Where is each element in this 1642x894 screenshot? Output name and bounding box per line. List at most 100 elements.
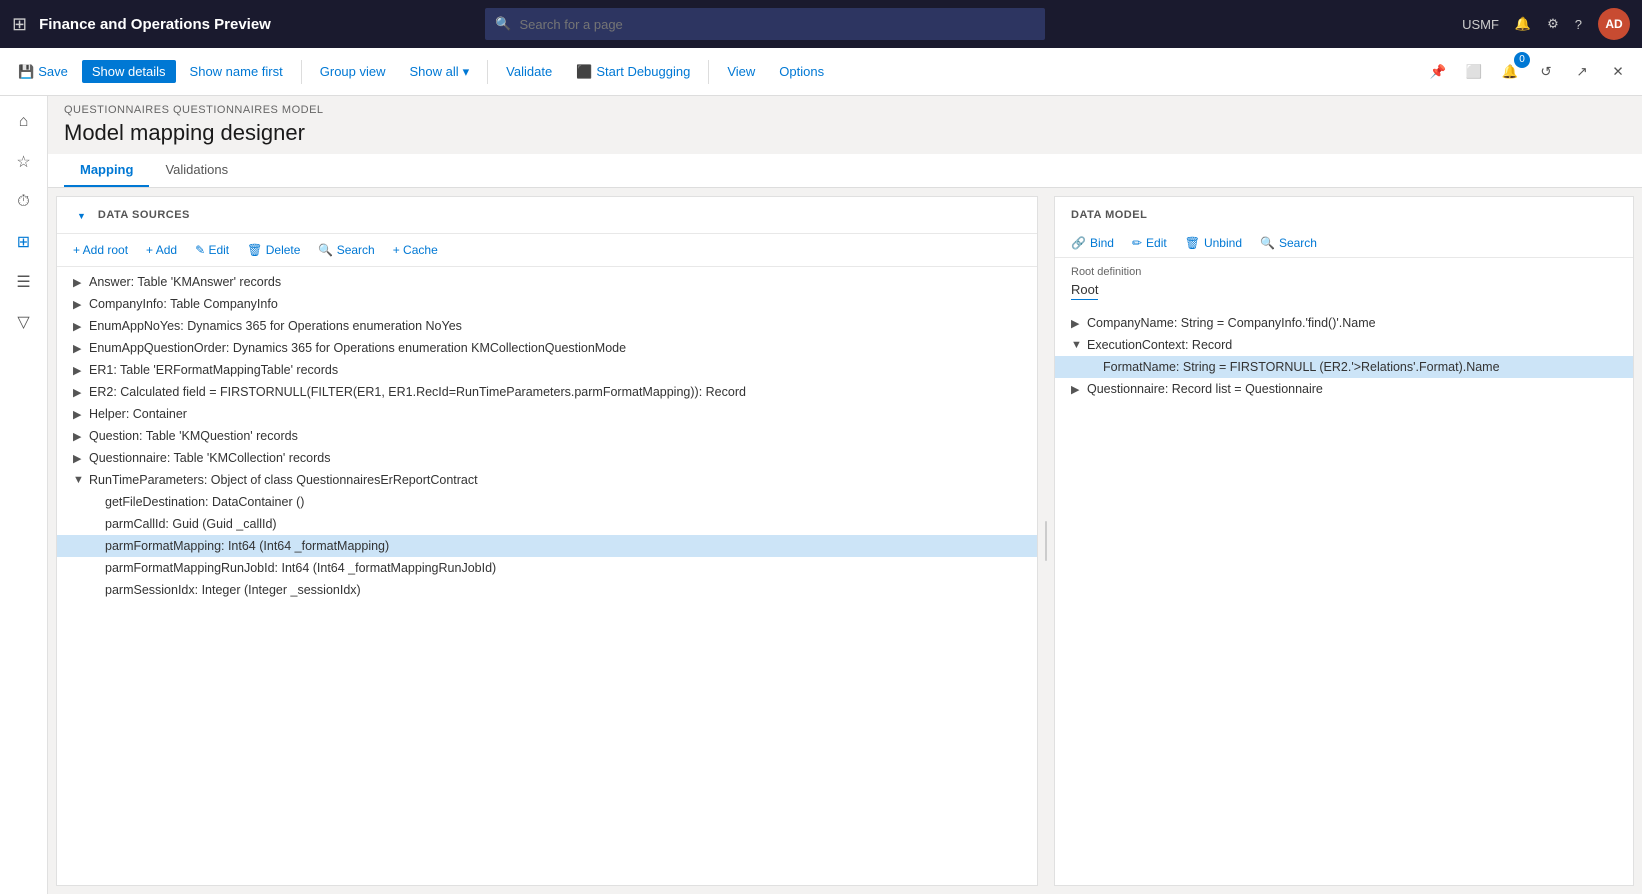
sidebar-list-icon[interactable]: ☰ [6,264,42,300]
datasources-tree-item[interactable]: ▶Helper: Container [57,403,1037,425]
dm-search-button[interactable]: 🔍 Search [1252,233,1325,253]
toolbar-separator-1 [301,60,302,84]
close-button[interactable]: ✕ [1602,56,1634,88]
help-icon[interactable]: ? [1575,17,1582,32]
dm-edit-button[interactable]: ✏ Edit [1124,233,1175,253]
view-button[interactable]: View [717,60,765,83]
datasources-tree-item[interactable]: ▶CompanyInfo: Table CompanyInfo [57,293,1037,315]
notification-icon[interactable]: 🔔 [1515,16,1531,32]
bind-button[interactable]: 🔗 Bind [1063,233,1122,253]
datasources-tree-item[interactable]: parmFormatMappingRunJobId: Int64 (Int64 … [57,557,1037,579]
save-icon: 💾 [18,64,34,80]
show-details-button[interactable]: Show details [82,60,176,83]
avatar[interactable]: AD [1598,8,1630,40]
tree-item-text: ER2: Calculated field = FIRSTORNULL(FILT… [89,385,1029,399]
settings-icon[interactable]: ⚙ [1547,16,1559,32]
badge-wrap: 🔔 0 [1494,56,1526,88]
tab-mapping[interactable]: Mapping [64,154,149,187]
app-title: Finance and Operations Preview [39,16,271,33]
datasources-tree-item[interactable]: getFileDestination: DataContainer () [57,491,1037,513]
split-area: DATA SOURCES + Add root + Add ✎ Edit 🗑 D… [48,188,1642,894]
user-company: USMF [1462,17,1499,32]
datasources-tree-item[interactable]: ▶Answer: Table 'KMAnswer' records [57,271,1037,293]
datamodel-tree: ▶CompanyName: String = CompanyInfo.'find… [1055,308,1633,885]
datasources-panel-toolbar: + Add root + Add ✎ Edit 🗑 Delete 🔍 Searc… [57,234,1037,267]
tree-item-text: parmFormatMappingRunJobId: Int64 (Int64 … [105,561,1029,575]
pin-button[interactable]: 📌 [1422,56,1454,88]
sidebar-workspace-icon[interactable]: ⊞ [6,224,42,260]
tree-item-text: ExecutionContext: Record [1087,338,1625,352]
main-layout: ⌂ ☆ ⏱ ⊞ ☰ ▽ QUESTIONNAIRES QUESTIONNAIRE… [0,96,1642,894]
datamodel-panel: DATA MODEL 🔗 Bind ✏ Edit 🗑 Unbind [1054,196,1634,886]
datasources-tree-item[interactable]: ▶ER1: Table 'ERFormatMappingTable' recor… [57,359,1037,381]
root-def-label: Root definition [1071,266,1617,278]
sidebar-recent-icon[interactable]: ⏱ [6,184,42,220]
edit-button[interactable]: ✎ Edit [187,240,237,260]
splitter[interactable] [1042,188,1050,894]
unbind-button[interactable]: 🗑 Unbind [1177,233,1250,253]
unbind-icon: 🗑 [1185,236,1200,250]
expand-icon: ▼ [1071,339,1087,351]
datasources-tree-item[interactable]: ▶ER2: Calculated field = FIRSTORNULL(FIL… [57,381,1037,403]
sidebar-filter-icon[interactable]: ▽ [6,304,42,340]
tree-item-text: CompanyInfo: Table CompanyInfo [89,297,1029,311]
tabs: Mapping Validations [48,154,1642,188]
left-sidebar: ⌂ ☆ ⏱ ⊞ ☰ ▽ [0,96,48,894]
delete-button[interactable]: 🗑 Delete [239,240,308,260]
add-root-button[interactable]: + Add root [65,240,136,260]
tree-item-text: Questionnaire: Record list = Questionnai… [1087,382,1625,396]
datasources-tree-item[interactable]: ▼RunTimeParameters: Object of class Ques… [57,469,1037,491]
datamodel-toolbar: 🔗 Bind ✏ Edit 🗑 Unbind 🔍 Search [1055,229,1633,258]
dm-search-icon: 🔍 [1260,236,1275,250]
expand-icon: ▶ [1071,317,1087,330]
expand-icon: ▶ [73,408,89,421]
datamodel-tree-item[interactable]: ▼ExecutionContext: Record [1055,334,1633,356]
tree-item-text: parmCallId: Guid (Guid _callId) [105,517,1029,531]
tree-item-text: Answer: Table 'KMAnswer' records [89,275,1029,289]
sidebar-home-icon[interactable]: ⌂ [6,104,42,140]
datasources-tree-item[interactable]: ▶EnumAppNoYes: Dynamics 365 for Operatio… [57,315,1037,337]
cache-button[interactable]: + Cache [385,240,446,260]
datasources-tree-item[interactable]: parmSessionIdx: Integer (Integer _sessio… [57,579,1037,601]
save-button[interactable]: 💾 Save [8,60,78,84]
show-all-button[interactable]: Show all ▾ [400,60,480,84]
datasources-tree-item[interactable]: parmCallId: Guid (Guid _callId) [57,513,1037,535]
refresh-button[interactable]: ↺ [1530,56,1562,88]
splitter-bar [1045,521,1047,561]
datasources-tree-item[interactable]: ▶Question: Table 'KMQuestion' records [57,425,1037,447]
content-area: QUESTIONNAIRES QUESTIONNAIRES MODEL Mode… [48,96,1642,894]
show-name-first-button[interactable]: Show name first [180,60,293,83]
datasources-tree-item[interactable]: ▶Questionnaire: Table 'KMCollection' rec… [57,447,1037,469]
expand-icon: ▼ [73,474,89,486]
expand-icon: ▶ [73,452,89,465]
expand-button[interactable]: ⬜ [1458,56,1490,88]
toolbar-right: 📌 ⬜ 🔔 0 ↺ ↗ ✕ [1422,56,1634,88]
validate-button[interactable]: Validate [496,60,562,83]
tab-validations[interactable]: Validations [149,154,244,187]
debug-icon: ⬛ [576,64,592,80]
search-button[interactable]: 🔍 Search [310,240,382,260]
datasources-tree-item[interactable]: parmFormatMapping: Int64 (Int64 _formatM… [57,535,1037,557]
sidebar-favorites-icon[interactable]: ☆ [6,144,42,180]
search-input[interactable] [519,17,1035,32]
datamodel-tree-item[interactable]: FormatName: String = FIRSTORNULL (ER2.'>… [1055,356,1633,378]
group-view-button[interactable]: Group view [310,60,396,83]
datasources-tree-item[interactable]: ▶EnumAppQuestionOrder: Dynamics 365 for … [57,337,1037,359]
toolbar-separator-3 [708,60,709,84]
datasources-chevron-icon [77,208,86,222]
app-grid-icon[interactable]: ⊞ [12,14,27,35]
expand-icon: ▶ [73,276,89,289]
group-view-label: Group view [320,64,386,79]
global-search-bar[interactable]: 🔍 [485,8,1045,40]
datamodel-tree-item[interactable]: ▶Questionnaire: Record list = Questionna… [1055,378,1633,400]
datamodel-tree-item[interactable]: ▶CompanyName: String = CompanyInfo.'find… [1055,312,1633,334]
start-debugging-button[interactable]: ⬛ Start Debugging [566,60,700,84]
popout-button[interactable]: ↗ [1566,56,1598,88]
toolbar-separator-2 [487,60,488,84]
expand-icon: ▶ [73,430,89,443]
datasources-expand-btn[interactable] [69,205,94,225]
show-details-label: Show details [92,64,166,79]
add-button[interactable]: + Add [138,240,185,260]
expand-icon: ▶ [73,342,89,355]
options-button[interactable]: Options [769,60,834,83]
